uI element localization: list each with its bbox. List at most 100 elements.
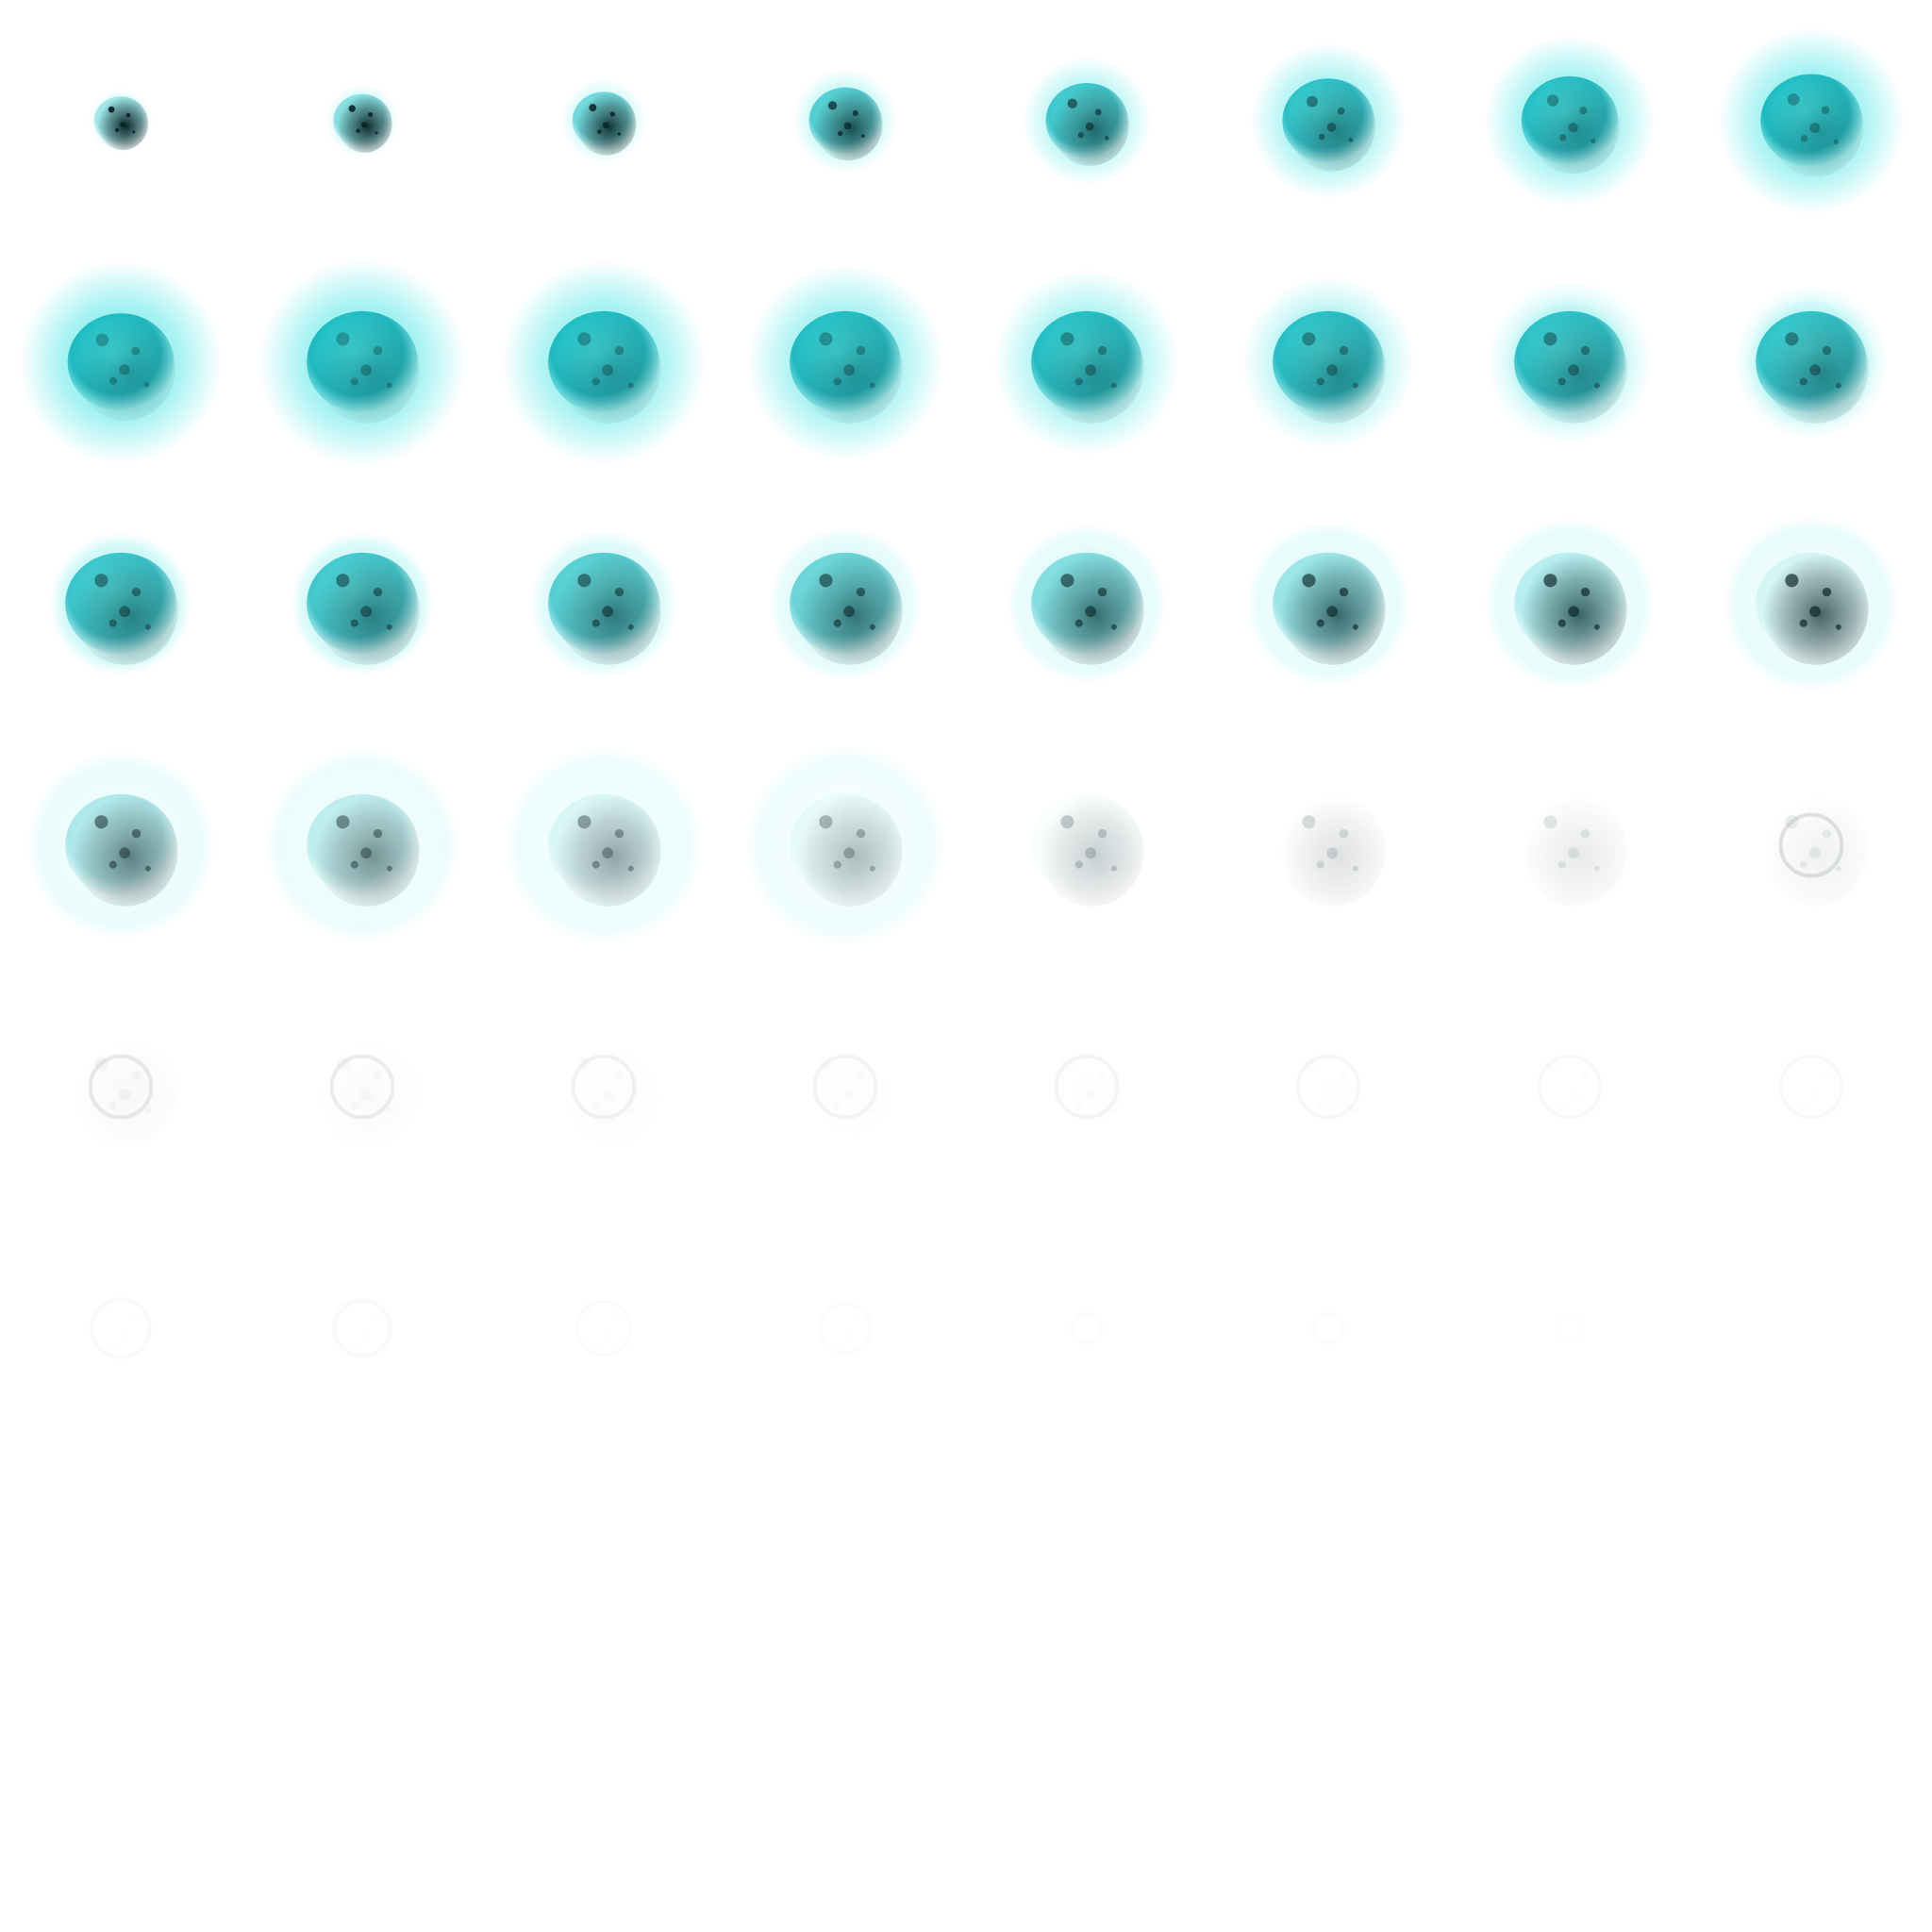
sprite-frame [1208, 242, 1449, 483]
debris-speck [857, 1071, 865, 1079]
debris-speck [615, 1071, 624, 1079]
debris-speck [1316, 619, 1324, 627]
debris-speck [385, 1347, 390, 1352]
sprite-frame [483, 966, 724, 1208]
debris-speck [869, 382, 875, 389]
debris-speck [119, 606, 131, 618]
debris-speck [336, 815, 350, 829]
debris-speck [833, 860, 841, 869]
debris-speck [856, 345, 866, 356]
debris-speck [593, 1341, 600, 1348]
debris-speck [119, 1330, 129, 1341]
sprite-frame [966, 0, 1208, 242]
sprite-frame [1208, 724, 1449, 966]
debris-speck [360, 1330, 371, 1341]
debris-speck [1799, 860, 1807, 869]
debris-speck [1085, 122, 1094, 131]
debris-speck [609, 111, 615, 117]
debris-speck [1327, 1329, 1333, 1335]
sprite-frame [0, 966, 242, 1208]
debris-speck [614, 828, 625, 839]
debris-speck [1580, 828, 1591, 839]
debris-speck [1809, 606, 1822, 618]
debris-speck [1074, 377, 1083, 386]
debris-speck [1546, 94, 1559, 107]
sprite-frame [1208, 966, 1449, 1208]
debris-speck [1581, 1071, 1590, 1079]
debris-speck [1559, 134, 1567, 142]
debris-speck [1326, 1089, 1338, 1100]
debris-speck [602, 847, 614, 859]
debris-speck [356, 128, 360, 133]
debris-speck [592, 1102, 600, 1109]
debris-speck [94, 574, 108, 588]
debris-speck [1579, 107, 1588, 115]
debris-speck [119, 847, 131, 859]
debris-speck [1097, 345, 1108, 356]
debris-speck [603, 122, 609, 128]
sprite-frame [1690, 483, 1932, 724]
debris-speck [108, 619, 117, 627]
debris-speck [1557, 860, 1566, 869]
debris-speck [1593, 382, 1600, 389]
debris-speck [1787, 92, 1800, 106]
sprite-frame [483, 0, 724, 242]
debris-speck [844, 1330, 854, 1340]
sprite-frame [1449, 483, 1690, 724]
sprite-frame [966, 1208, 1208, 1449]
debris-speck [614, 345, 625, 356]
debris-speck [1094, 108, 1102, 116]
debris-speck [1809, 1089, 1821, 1100]
debris-speck [1835, 382, 1841, 389]
debris-speck [1822, 828, 1832, 839]
debris-speck [1110, 624, 1117, 630]
sprite-frame [724, 0, 966, 242]
debris-speck [373, 345, 383, 356]
debris-speck [1833, 139, 1840, 145]
sprite-frame [1690, 0, 1932, 242]
debris-speck [602, 1089, 613, 1100]
debris-speck [591, 377, 600, 386]
sprite-frame [1690, 966, 1932, 1208]
debris-speck [1822, 587, 1832, 597]
sprite-frame [0, 1208, 242, 1449]
debris-speck [869, 624, 875, 630]
debris-speck [1339, 587, 1349, 597]
debris-speck [827, 101, 838, 110]
sprite-frame [966, 724, 1208, 966]
debris-speck [1591, 138, 1596, 144]
debris-speck [1085, 364, 1097, 376]
debris-speck [843, 1089, 855, 1100]
sprite-frame [724, 483, 966, 724]
debris-speck [1307, 95, 1318, 108]
debris-speck [1318, 133, 1325, 141]
debris-speck [131, 346, 141, 356]
debris-speck [1302, 574, 1316, 588]
debris-speck [589, 104, 597, 112]
debris-speck [1337, 107, 1345, 115]
debris-speck [1085, 847, 1097, 859]
debris-speck [1060, 332, 1074, 346]
debris-speck [1092, 1321, 1097, 1325]
debris-speck [1098, 1071, 1107, 1079]
debris-speck [1067, 98, 1077, 108]
debris-speck [143, 381, 150, 388]
sprite-frame [0, 0, 242, 242]
sprite-frame [242, 483, 483, 724]
debris-speck [1565, 1334, 1568, 1337]
debris-speck [1085, 1089, 1096, 1100]
sprite-frame [242, 1208, 483, 1449]
debris-speck [869, 865, 875, 872]
debris-speck [1557, 377, 1566, 386]
debris-speck [120, 122, 125, 127]
debris-speck [1835, 865, 1841, 872]
debris-speck [350, 860, 358, 869]
debris-speck [348, 105, 356, 112]
debris-speck [108, 1102, 117, 1110]
sprite-frame [1208, 0, 1449, 242]
debris-speck [1809, 123, 1821, 133]
debris-speck [1086, 1329, 1091, 1335]
debris-speck [591, 619, 600, 627]
debris-speck [375, 131, 378, 135]
sprite-frame [1449, 966, 1690, 1208]
